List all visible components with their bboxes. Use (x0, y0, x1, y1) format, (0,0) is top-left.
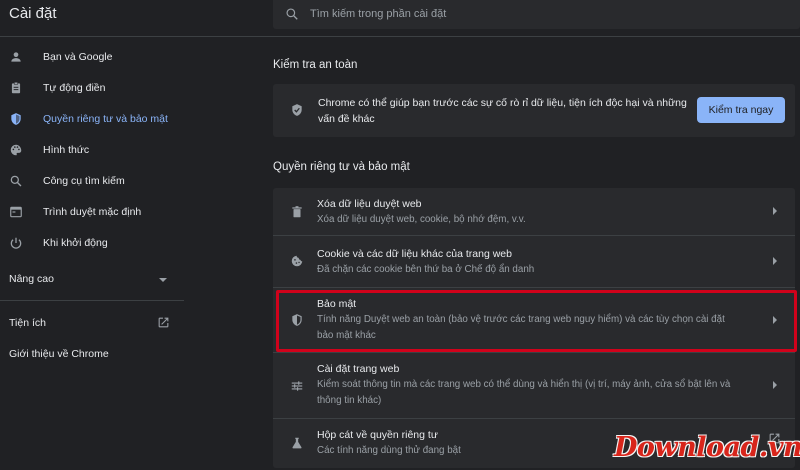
extensions-label: Tiện ích (9, 317, 46, 329)
security-shield-icon (292, 314, 302, 326)
chevron-right-icon (773, 257, 777, 265)
privacy-card: Xóa dữ liệu duyệt web Xóa dữ liệu duyệt … (273, 188, 795, 468)
sidebar-item-privacy-security[interactable]: Quyền riêng tư và bảo mật (0, 104, 184, 134)
flask-icon (292, 437, 302, 449)
shield-check-icon (292, 104, 302, 116)
row-title: Cookie và các dữ liệu khác của trang web (317, 248, 512, 260)
cookie-icon (291, 255, 303, 267)
safety-check-title: Kiểm tra an toàn (273, 59, 358, 71)
sidebar-item-appearance[interactable]: Hình thức (0, 135, 184, 165)
site-settings-row[interactable]: Cài đặt trang web Kiểm soát thông tin mà… (273, 353, 795, 417)
sidebar-item-label: Trình duyệt mặc định (43, 206, 142, 218)
safety-check-description: Chrome có thể giúp bạn trước các sự cố r… (318, 97, 687, 125)
security-row[interactable]: Bảo mật Tính năng Duyệt web an toàn (bảo… (273, 289, 795, 351)
sidebar-item-you-and-google[interactable]: Bạn và Google (0, 42, 184, 72)
search-icon (286, 8, 298, 20)
search-input[interactable] (310, 4, 710, 24)
person-icon (11, 52, 21, 62)
trash-icon (292, 206, 302, 218)
shield-icon (11, 113, 21, 125)
row-title: Cài đặt trang web (317, 363, 400, 375)
top-bar: Cài đặt (0, 0, 800, 37)
chevron-right-icon (773, 316, 777, 324)
sidebar-item-default-browser[interactable]: Trình duyệt mặc định (0, 197, 184, 227)
sidebar-item-on-startup[interactable]: Khi khởi động (0, 228, 184, 258)
app-title: Cài đặt (9, 5, 57, 22)
row-description: Đã chặn các cookie bên thứ ba ở Chế độ ẩ… (317, 264, 535, 275)
search-bar[interactable] (273, 0, 800, 29)
external-link-icon (158, 317, 169, 328)
chevron-right-icon (773, 207, 777, 215)
sliders-icon (291, 381, 303, 391)
privacy-section-title: Quyền riêng tư và bảo mật (273, 161, 410, 173)
sidebar-item-label: Khi khởi động (43, 237, 108, 249)
sidebar-item-search-engine[interactable]: Công cụ tìm kiếm (0, 166, 184, 196)
chevron-down-icon (159, 278, 167, 282)
row-description: Kiểm soát thông tin mà các trang web có … (317, 379, 731, 406)
advanced-label: Nâng cao (9, 273, 54, 285)
row-title: Bảo mật (317, 298, 357, 310)
browser-icon (10, 206, 22, 218)
check-now-button[interactable]: Kiểm tra ngay (697, 97, 785, 123)
palette-icon (10, 144, 22, 156)
cookies-row[interactable]: Cookie và các dữ liệu khác của trang web… (273, 236, 795, 286)
clear-browsing-data-row[interactable]: Xóa dữ liệu duyệt web Xóa dữ liệu duyệt … (273, 188, 795, 234)
row-divider (273, 287, 795, 288)
chevron-right-icon (773, 381, 777, 389)
power-icon (10, 237, 22, 249)
sidebar: Bạn và Google Tự động điền Quyền riêng t… (0, 38, 184, 470)
about-chrome-label: Giới thiệu về Chrome (9, 348, 109, 360)
row-description: Tính năng Duyệt web an toàn (bảo vệ trướ… (317, 314, 725, 341)
sidebar-item-label: Quyền riêng tư và bảo mật (43, 113, 168, 125)
safety-check-card: Chrome có thể giúp bạn trước các sự cố r… (273, 84, 795, 137)
sidebar-item-label: Bạn và Google (43, 51, 113, 63)
sidebar-item-autofill[interactable]: Tự động điền (0, 73, 184, 103)
sidebar-item-about-chrome[interactable]: Giới thiệu về Chrome (0, 340, 184, 368)
clipboard-icon (11, 81, 21, 94)
sidebar-divider (0, 300, 184, 301)
row-description: Xóa dữ liệu duyệt web, cookie, bộ nhớ đệ… (317, 214, 526, 225)
watermark-logo: Download.vn (614, 432, 800, 463)
row-title: Xóa dữ liệu duyệt web (317, 198, 422, 210)
sidebar-item-extensions[interactable]: Tiện ích (0, 309, 184, 337)
sidebar-item-label: Hình thức (43, 144, 90, 156)
search-icon (10, 175, 22, 187)
sidebar-item-label: Tự động điền (43, 82, 106, 94)
advanced-toggle[interactable]: Nâng cao (0, 265, 184, 295)
sidebar-item-label: Công cụ tìm kiếm (43, 175, 125, 187)
row-title: Hộp cát về quyền riêng tư (317, 429, 438, 441)
